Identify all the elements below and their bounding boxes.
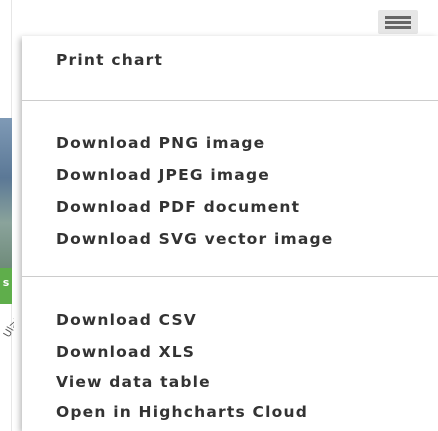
menu-item-print-chart[interactable]: Print chart [56,50,163,70]
background-axis-label: Ul>y v [2,312,14,340]
menu-item-download-png[interactable]: Download PNG image [56,133,265,153]
menu-separator [22,100,438,101]
hamburger-bar [385,21,411,24]
menu-item-download-jpeg[interactable]: Download JPEG image [56,165,270,185]
menu-item-download-pdf[interactable]: Download PDF document [56,197,300,217]
background-badge-text: s [2,276,10,289]
export-menu: Print chart Download PNG image Download … [22,36,438,431]
context-menu-button[interactable] [378,10,418,34]
background-chart-image [0,118,12,268]
menu-separator [22,276,438,277]
hamburger-bar [385,26,411,29]
hamburger-bar [385,16,411,19]
menu-item-download-csv[interactable]: Download CSV [56,310,197,330]
menu-item-view-data-table[interactable]: View data table [56,372,211,392]
menu-item-download-xls[interactable]: Download XLS [56,342,195,362]
menu-item-open-highcharts-cloud[interactable]: Open in Highcharts Cloud [56,402,308,422]
background-axis-text: Ul>y v [0,312,14,422]
chart-container: s Ul>y v Print chart Download PNG image … [0,0,438,431]
menu-item-download-svg[interactable]: Download SVG vector image [56,229,334,249]
